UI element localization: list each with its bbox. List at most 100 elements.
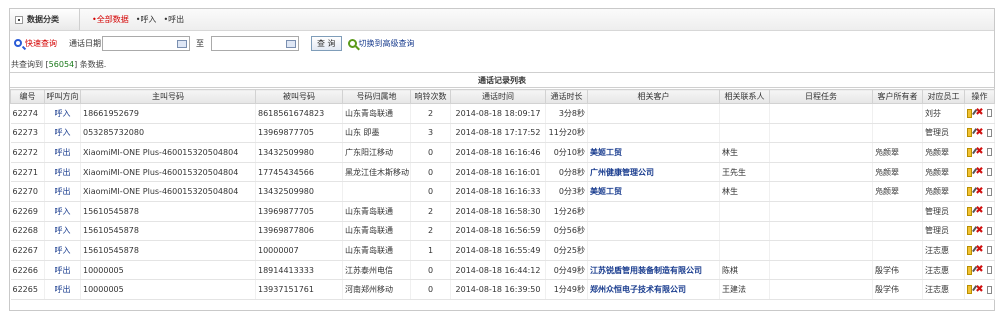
col-header-owner[interactable]: 客户所有者: [872, 89, 923, 104]
advanced-search-link[interactable]: 切换到高级查询: [347, 38, 415, 49]
col-header-task[interactable]: 日程任务: [769, 89, 873, 104]
cell-time: 2014-08-18 16:58:30: [450, 201, 546, 222]
cell-customer[interactable]: 美姬工贸: [587, 142, 720, 163]
query-button[interactable]: 查 询: [311, 35, 342, 51]
category-bar: 数据分类 •全部数据 •呼入 •呼出: [10, 9, 994, 31]
advanced-search-label: 切换到高级查询: [358, 38, 415, 48]
cell-customer[interactable]: 美姬工贸: [587, 181, 720, 202]
col-header-time[interactable]: 通话时间: [450, 89, 546, 104]
col-header-employee[interactable]: 对应员工: [922, 89, 965, 104]
cell-direction: 呼入: [44, 123, 81, 144]
edit-icon[interactable]: [967, 206, 973, 216]
filter-all[interactable]: •全部数据: [92, 14, 129, 25]
col-header-location[interactable]: 号码归属地: [342, 89, 411, 104]
cell-employee: 汪志惠: [922, 279, 965, 300]
cell-employee: 汪志惠: [922, 240, 965, 261]
table-row[interactable]: 62268 呼入 15610545878 13969877806 山东青岛联通 2 2014…: [10, 221, 995, 242]
row-checkbox[interactable]: [986, 187, 992, 196]
cell-direction: 呼出: [44, 162, 81, 183]
row-actions: ✖: [967, 225, 992, 236]
col-header-customer[interactable]: 相关客户: [587, 89, 720, 104]
cell-customer[interactable]: 江苏锐盾管用装备制造有限公司: [587, 260, 720, 281]
edit-icon[interactable]: [967, 226, 973, 236]
date-label: 通话日期: [69, 38, 101, 48]
edit-icon[interactable]: [967, 128, 973, 138]
cell-owner: 殷学伟: [872, 279, 923, 300]
cell-direction: 呼出: [44, 142, 81, 163]
cell-rings: 2: [410, 201, 451, 222]
calendar-icon[interactable]: [177, 39, 187, 48]
edit-icon[interactable]: [967, 265, 973, 275]
cell-owner: 凫颜翠: [872, 162, 923, 183]
row-checkbox[interactable]: [986, 207, 992, 216]
key-icon: [347, 38, 357, 48]
category-tab[interactable]: 数据分类: [10, 9, 80, 30]
row-checkbox[interactable]: [986, 109, 992, 118]
row-checkbox[interactable]: [986, 285, 992, 294]
col-header-direction[interactable]: 呼叫方向: [44, 89, 81, 104]
edit-icon[interactable]: [967, 147, 973, 157]
table-row[interactable]: 62266 呼出 10000005 18914413333 江苏泰州电信 0 2014-08…: [10, 260, 995, 281]
row-checkbox[interactable]: [986, 246, 992, 255]
cell-id: 62271: [10, 162, 45, 183]
table-row[interactable]: 62267 呼入 15610545878 10000007 山东青岛联通 1 2014-08…: [10, 240, 995, 261]
table-row[interactable]: 62270 呼出 XiaomiMI-ONE Plus-460015320504804…: [10, 181, 995, 202]
cell-owner: 凫颜翠: [872, 181, 923, 202]
col-header-contact[interactable]: 相关联系人: [719, 89, 770, 104]
edit-icon[interactable]: [967, 285, 973, 295]
table-row[interactable]: 62265 呼出 10000005 13937151761 河南郑州移动 0 2014-08…: [10, 279, 995, 300]
cell-caller: 15610545878: [80, 201, 256, 222]
cell-duration: 1分26秒: [545, 201, 588, 222]
cell-direction: 呼出: [44, 260, 81, 281]
row-checkbox[interactable]: [986, 226, 992, 235]
summary-suffix: ] 条数据.: [74, 60, 107, 69]
col-header-caller[interactable]: 主叫号码: [80, 89, 256, 104]
col-header-callee[interactable]: 被叫号码: [255, 89, 343, 104]
row-checkbox[interactable]: [986, 168, 992, 177]
cell-id: 62265: [10, 279, 45, 300]
filter-incoming[interactable]: •呼入: [136, 14, 157, 25]
cell-actions: ✖: [964, 123, 995, 144]
quick-search-label: 快速查询: [25, 38, 57, 48]
table-row[interactable]: 62272 呼出 XiaomiMI-ONE Plus-460015320504804…: [10, 142, 995, 163]
cell-customer: [587, 103, 720, 124]
quick-search[interactable]: 快速查询: [14, 38, 57, 49]
filter-outgoing[interactable]: •呼出: [163, 14, 184, 25]
edit-icon[interactable]: [967, 108, 973, 118]
row-actions: ✖: [967, 167, 992, 177]
edit-icon[interactable]: [967, 245, 973, 255]
row-checkbox[interactable]: [986, 266, 992, 275]
cell-employee: 管理员: [922, 201, 965, 222]
cell-direction: 呼入: [44, 240, 81, 261]
search-icon: [14, 39, 22, 47]
cell-actions: ✖: [964, 279, 995, 300]
edit-icon[interactable]: [967, 167, 973, 177]
row-actions: ✖: [967, 245, 992, 255]
cell-task: [769, 162, 873, 183]
cell-duration: 11分20秒: [545, 123, 588, 144]
table-row[interactable]: 62269 呼入 15610545878 13969877705 山东青岛联通 2 2014…: [10, 201, 995, 222]
cell-id: 62273: [10, 123, 45, 144]
edit-icon[interactable]: [967, 187, 973, 197]
end-date-input[interactable]: [211, 35, 299, 51]
col-header-rings[interactable]: 响铃次数: [410, 89, 451, 104]
calendar-icon[interactable]: [286, 39, 296, 48]
cell-callee: 17745434566: [255, 162, 343, 183]
cell-customer[interactable]: 广州健康管理公司: [587, 162, 720, 183]
table-body: 62274 呼入 18661952679 8618561674823 山东青岛联通 2 20…: [10, 103, 995, 300]
col-header-duration[interactable]: 通话时长: [545, 89, 588, 104]
cell-contact: 王先生: [719, 162, 770, 183]
result-count: 56054: [48, 60, 75, 69]
cell-owner: [872, 201, 923, 222]
table-row[interactable]: 62271 呼出 XiaomiMI-ONE Plus-460015320504804…: [10, 162, 995, 183]
col-header-id[interactable]: 编号: [10, 89, 45, 104]
cell-caller: 15610545878: [80, 221, 256, 242]
table-row[interactable]: 62274 呼入 18661952679 8618561674823 山东青岛联通 2 20…: [10, 103, 995, 124]
row-checkbox[interactable]: [986, 128, 992, 137]
table-header: 编号 呼叫方向 主叫号码 被叫号码 号码归属地 响铃次数 通话时间 通话时长 相…: [10, 89, 995, 104]
start-date-input[interactable]: [102, 35, 190, 51]
table-row[interactable]: 62273 呼入 053285732080 13969877705 山东 即墨 3 2014…: [10, 123, 995, 144]
cell-customer[interactable]: 郑州众恒电子技术有限公司: [587, 279, 720, 300]
row-checkbox[interactable]: [986, 148, 992, 157]
cell-location: 山东 即墨: [342, 123, 411, 144]
